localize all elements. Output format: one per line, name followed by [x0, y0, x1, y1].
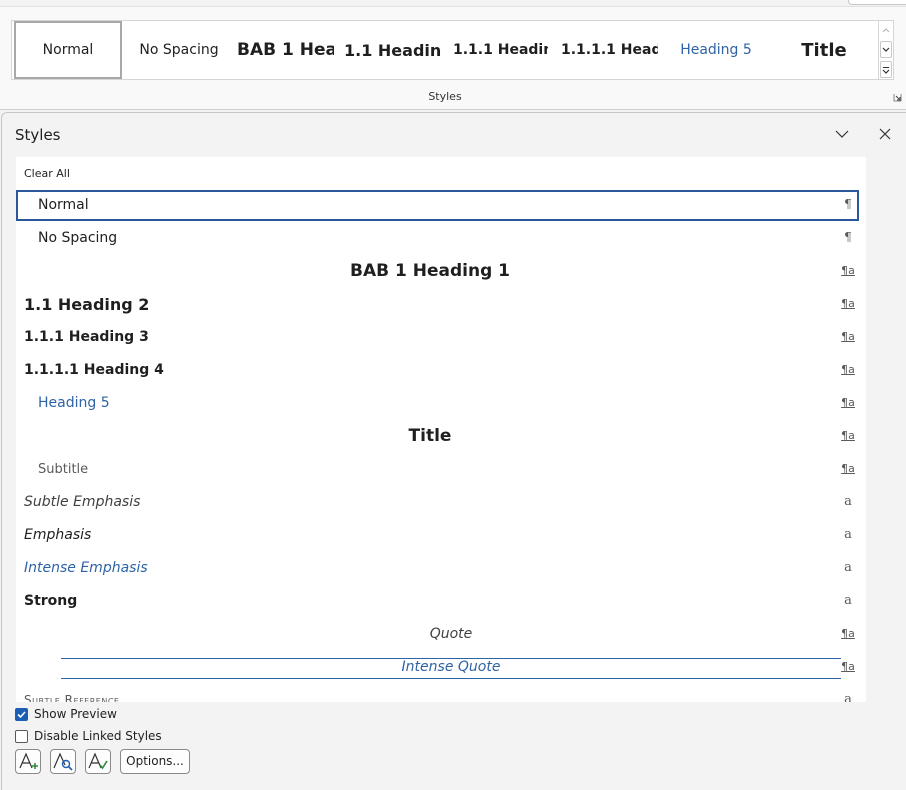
style-item-subtle-reference[interactable]: Subtle Reference a — [16, 685, 858, 702]
style-label: Emphasis — [24, 527, 92, 543]
style-item-normal[interactable]: Normal ¶ — [16, 190, 859, 221]
gallery-style-normal[interactable]: Normal — [14, 21, 122, 79]
chevron-down-icon — [882, 47, 890, 52]
ribbon-top-right-tab — [848, 0, 906, 5]
style-label: Title — [408, 426, 452, 446]
gallery-scroll-down-button[interactable] — [880, 41, 892, 58]
linked-style-icon: ¶a — [841, 429, 855, 442]
close-icon — [879, 128, 891, 140]
character-style-icon: a — [844, 593, 852, 608]
style-inspector-icon — [53, 752, 73, 771]
style-label: Intense Emphasis — [24, 560, 148, 576]
style-item-heading-3[interactable]: 1.1.1 Heading 3 ¶a — [16, 322, 858, 353]
style-item-quote[interactable]: Quote ¶a — [16, 619, 858, 650]
character-style-icon: a — [844, 692, 852, 702]
checkbox-unchecked-icon — [15, 729, 28, 743]
linked-style-icon: ¶a — [841, 363, 855, 376]
options-button[interactable]: Options... — [120, 749, 190, 774]
gallery-style-heading-2[interactable]: 1.1 Heading — [342, 21, 442, 79]
style-item-heading-5[interactable]: Heading 5 ¶a — [16, 388, 858, 419]
linked-style-icon: ¶a — [841, 330, 855, 343]
linked-style-icon: ¶a — [841, 462, 855, 475]
style-label: Subtitle — [38, 462, 89, 477]
chevron-down-icon — [835, 130, 849, 138]
pane-title: Styles — [15, 126, 61, 144]
style-item-heading-1[interactable]: BAB 1 Heading 1 ¶a — [16, 256, 858, 287]
linked-style-icon: ¶a — [841, 264, 855, 277]
character-style-icon: a — [844, 527, 852, 542]
styles-list[interactable]: Clear All Normal ¶ No Spacing ¶ BAB 1 He… — [16, 157, 866, 702]
show-preview-checkbox[interactable]: Show Preview — [15, 707, 117, 721]
style-item-no-spacing[interactable]: No Spacing ¶ — [16, 223, 858, 254]
new-style-button[interactable] — [15, 749, 41, 774]
gallery-scroll-up-button[interactable] — [880, 22, 892, 39]
show-preview-label: Show Preview — [34, 707, 117, 721]
style-item-subtle-emphasis[interactable]: Subtle Emphasis a — [16, 487, 858, 518]
dialog-launcher-icon[interactable] — [893, 93, 902, 102]
close-pane-button[interactable] — [876, 125, 894, 143]
gallery-scroll-controls — [879, 20, 894, 80]
style-label: Strong — [24, 593, 78, 609]
character-style-icon: a — [844, 494, 852, 509]
ribbon-group-label: Styles — [428, 90, 462, 103]
ribbon-top-strip — [0, 0, 906, 7]
style-label: Heading 5 — [38, 395, 110, 411]
gallery-style-no-spacing[interactable]: No Spacing — [124, 21, 234, 79]
manage-styles-icon — [88, 752, 108, 770]
paragraph-style-icon: ¶ — [844, 230, 852, 244]
style-label: Subtle Reference — [24, 693, 120, 702]
style-label: BAB 1 Heading 1 — [350, 261, 510, 281]
style-label: Quote — [429, 626, 473, 642]
intense-quote-bottom-border — [61, 678, 841, 679]
chevron-up-icon — [882, 28, 890, 33]
collapse-pane-button[interactable] — [833, 125, 851, 143]
ribbon-styles-group: Normal No Spacing BAB 1 Hea 1.1 Heading … — [0, 0, 906, 110]
styles-pane: Styles Clear All Normal ¶ No Spacing ¶ B… — [1, 112, 906, 790]
new-style-icon — [19, 752, 38, 769]
style-label: No Spacing — [38, 230, 118, 246]
expand-more-icon — [882, 66, 890, 74]
clear-all-item[interactable]: Clear All — [24, 167, 70, 180]
style-gallery: Normal No Spacing BAB 1 Hea 1.1 Heading … — [11, 20, 879, 80]
gallery-style-heading-5[interactable]: Heading 5 — [666, 21, 766, 79]
style-item-intense-emphasis[interactable]: Intense Emphasis a — [16, 553, 858, 584]
style-item-strong[interactable]: Strong a — [16, 586, 858, 617]
style-item-emphasis[interactable]: Emphasis a — [16, 520, 858, 551]
style-label: 1.1 Heading 2 — [24, 295, 150, 314]
style-item-heading-4[interactable]: 1.1.1.1 Heading 4 ¶a — [16, 355, 858, 386]
gallery-style-heading-3[interactable]: 1.1.1 Headin — [450, 21, 548, 79]
gallery-style-heading-1[interactable]: BAB 1 Hea — [234, 21, 334, 79]
linked-style-icon: ¶a — [841, 660, 855, 673]
character-style-icon: a — [844, 560, 852, 575]
paragraph-style-icon: ¶ — [844, 197, 852, 211]
disable-linked-styles-checkbox[interactable]: Disable Linked Styles — [15, 729, 162, 743]
style-label: 1.1.1 Heading 3 — [24, 329, 149, 345]
linked-style-icon: ¶a — [841, 627, 855, 640]
gallery-more-button[interactable] — [880, 61, 892, 78]
style-label: Normal — [38, 197, 89, 213]
style-label: 1.1.1.1 Heading 4 — [24, 362, 164, 378]
style-item-heading-2[interactable]: 1.1 Heading 2 ¶a — [16, 289, 858, 320]
checkbox-checked-icon — [15, 707, 28, 721]
linked-style-icon: ¶a — [841, 297, 855, 310]
gallery-style-title[interactable]: Title — [774, 21, 874, 79]
linked-style-icon: ¶a — [841, 396, 855, 409]
style-label: Subtle Emphasis — [24, 494, 141, 510]
style-item-subtitle[interactable]: Subtitle ¶a — [16, 454, 858, 485]
gallery-style-heading-4[interactable]: 1.1.1.1 Head — [558, 21, 658, 79]
disable-linked-styles-label: Disable Linked Styles — [34, 729, 162, 743]
style-item-title[interactable]: Title ¶a — [16, 421, 858, 452]
style-inspector-button[interactable] — [50, 749, 76, 774]
manage-styles-button[interactable] — [85, 749, 111, 774]
